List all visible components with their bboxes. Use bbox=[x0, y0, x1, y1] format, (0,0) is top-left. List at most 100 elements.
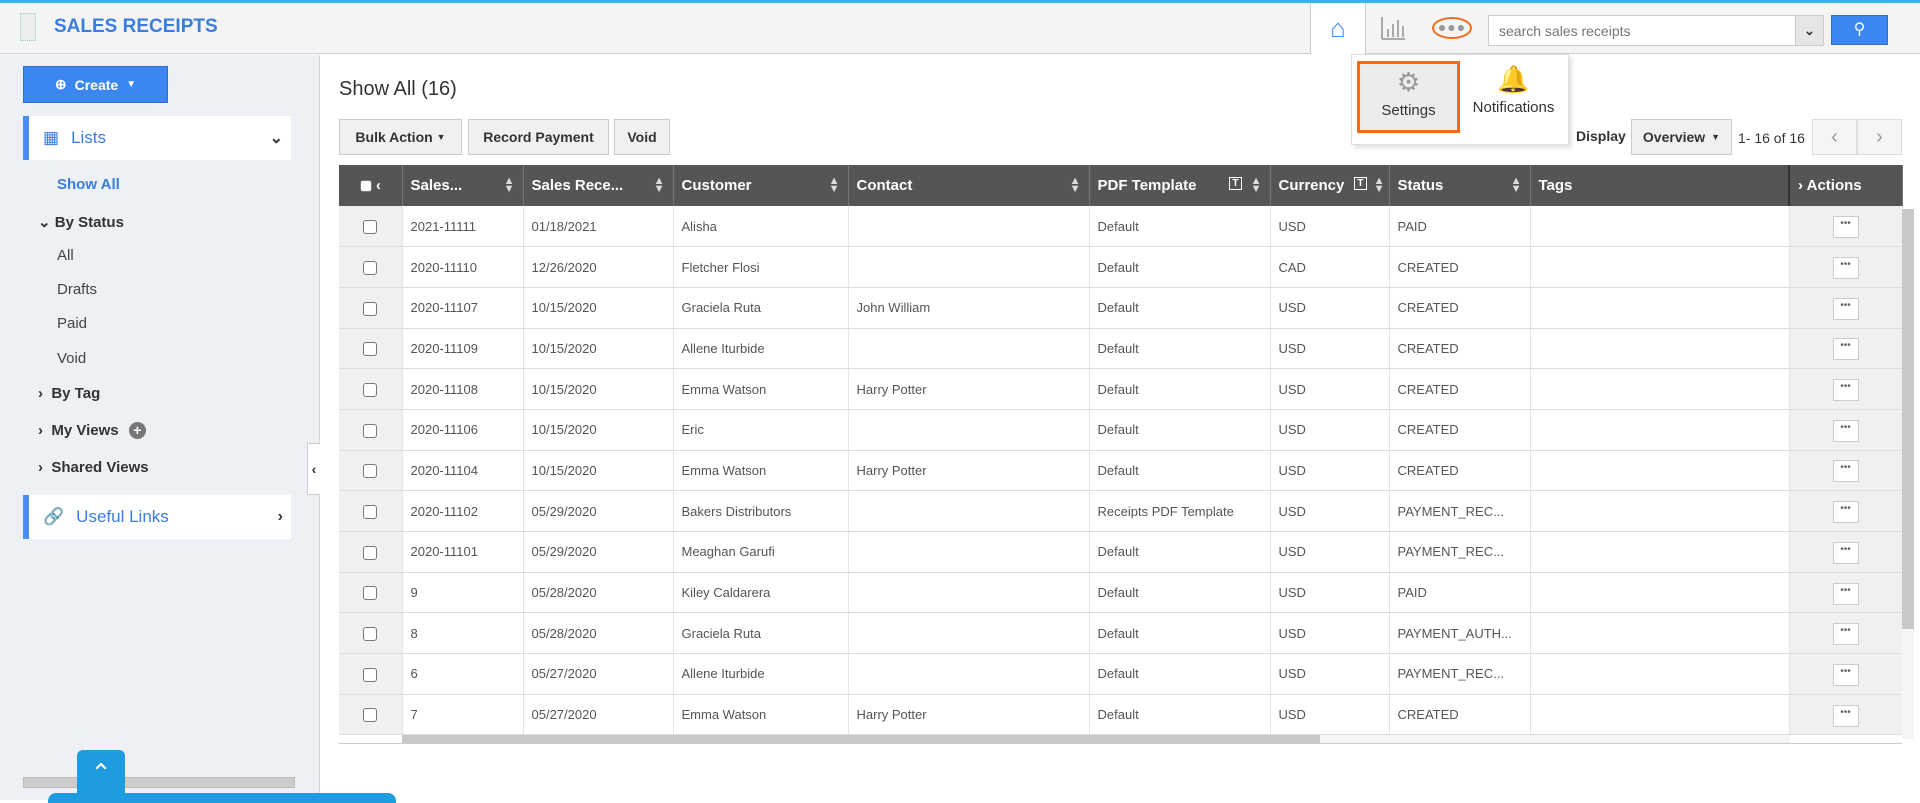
row-checkbox[interactable] bbox=[363, 627, 378, 641]
select-all-checkbox[interactable] bbox=[359, 180, 372, 193]
row-checkbox[interactable] bbox=[363, 667, 378, 682]
search-input[interactable] bbox=[1489, 16, 1769, 45]
sidebar-item-shared-views[interactable]: › Shared Views bbox=[38, 459, 149, 476]
table-row[interactable]: 2020-11104 10/15/2020 Emma Watson Harry Pot… bbox=[339, 450, 1903, 492]
row-checkbox[interactable] bbox=[363, 464, 378, 479]
row-actions-button[interactable]: ••• bbox=[1832, 501, 1859, 524]
row-checkbox[interactable] bbox=[363, 301, 378, 316]
row-select-cell[interactable] bbox=[339, 531, 403, 573]
row-select-cell[interactable] bbox=[339, 572, 403, 614]
row-actions-button[interactable]: ••• bbox=[1832, 338, 1859, 361]
sidebar-item-by-status[interactable]: ⌄ By Status bbox=[38, 213, 124, 231]
table-row[interactable]: 9 05/28/2020 Kiley Caldarera Default USD PAID… bbox=[339, 572, 1903, 614]
notifications-menu-item[interactable]: 🔔 Notifications bbox=[1462, 61, 1565, 133]
sidebar-item-void[interactable]: Void bbox=[57, 350, 86, 367]
row-actions-button[interactable]: ••• bbox=[1832, 663, 1859, 686]
column-header-currency[interactable]: Currency T ▲ ▼ bbox=[1270, 165, 1390, 206]
record-payment-button[interactable]: Record Payment bbox=[468, 119, 609, 155]
filter-icon[interactable]: T bbox=[1229, 177, 1242, 190]
table-vertical-scrollbar[interactable] bbox=[1902, 209, 1914, 739]
row-select-cell[interactable] bbox=[339, 368, 403, 410]
row-select-cell[interactable] bbox=[339, 490, 403, 532]
row-checkbox[interactable] bbox=[363, 260, 378, 275]
table-row[interactable]: 2020-11109 10/15/2020 Allene Iturbide Defau… bbox=[339, 328, 1903, 370]
sort-icon[interactable]: ▲ ▼ bbox=[1251, 176, 1262, 195]
sidebar-item-by-tag[interactable]: › By Tag bbox=[38, 385, 100, 402]
row-checkbox[interactable] bbox=[363, 504, 378, 519]
sort-icon[interactable]: ▲ ▼ bbox=[1070, 176, 1081, 195]
select-all-header[interactable]: ‹ bbox=[339, 165, 403, 206]
create-button[interactable]: ⊕ Create ▼ bbox=[23, 66, 168, 103]
row-actions-button[interactable]: ••• bbox=[1832, 704, 1859, 727]
sidebar-scrollbar[interactable] bbox=[23, 777, 295, 788]
sidebar-item-show-all[interactable]: Show All bbox=[57, 176, 120, 193]
collapse-sidebar-button[interactable]: ‹ bbox=[307, 443, 320, 495]
table-row[interactable]: 7 05/27/2020 Emma Watson Harry Potter Defaul… bbox=[339, 694, 1903, 736]
row-select-cell[interactable] bbox=[339, 287, 403, 329]
sidebar-item-all[interactable]: All bbox=[57, 247, 74, 264]
table-row[interactable]: 2020-11108 10/15/2020 Emma Watson Harry Pot… bbox=[339, 368, 1903, 410]
row-actions-button[interactable]: ••• bbox=[1832, 379, 1859, 402]
row-checkbox[interactable] bbox=[363, 382, 378, 397]
table-row[interactable]: 2021-11111 01/18/2021 Alisha Default USD PAID… bbox=[339, 206, 1903, 248]
table-row[interactable]: 2020-11102 05/29/2020 Bakers Distributors R… bbox=[339, 490, 1903, 532]
sidebar-item-my-views[interactable]: › My Views + bbox=[38, 422, 146, 439]
column-header-sales-number[interactable]: Sales... ▲ ▼ bbox=[402, 165, 524, 206]
row-select-cell[interactable] bbox=[339, 450, 403, 492]
row-select-cell[interactable] bbox=[339, 694, 403, 736]
home-button[interactable]: ⌂ bbox=[1310, 3, 1366, 54]
sidebar-lists-panel[interactable]: ▦ Lists ⌄ bbox=[23, 116, 291, 160]
row-checkbox[interactable] bbox=[363, 423, 378, 438]
display-select[interactable]: Overview ▼ bbox=[1631, 119, 1732, 155]
row-checkbox[interactable] bbox=[363, 586, 378, 601]
table-row[interactable]: 8 05/28/2020 Graciela Ruta Default USD PAYMEN… bbox=[339, 612, 1903, 655]
row-actions-button[interactable]: ••• bbox=[1832, 623, 1859, 646]
column-header-status[interactable]: Status ▲ ▼ bbox=[1389, 165, 1531, 206]
filter-icon[interactable]: T bbox=[1354, 177, 1367, 190]
table-row[interactable]: 6 05/27/2020 Allene Iturbide Default USD PAYM… bbox=[339, 653, 1903, 695]
row-select-cell[interactable] bbox=[339, 206, 403, 248]
row-actions-button[interactable]: ••• bbox=[1832, 541, 1859, 564]
row-actions-button[interactable]: ••• bbox=[1832, 582, 1859, 605]
table-row[interactable]: 2020-11106 10/15/2020 Eric Default USD CREATE… bbox=[339, 409, 1903, 451]
more-icon[interactable]: ●●● bbox=[1432, 17, 1472, 39]
row-select-cell[interactable] bbox=[339, 409, 403, 451]
column-header-contact[interactable]: Contact ▲ ▼ bbox=[848, 165, 1090, 206]
settings-menu-item[interactable]: ⚙ Settings bbox=[1357, 61, 1460, 133]
table-horizontal-scrollbar[interactable] bbox=[402, 735, 1790, 743]
row-checkbox[interactable] bbox=[363, 342, 378, 357]
table-row[interactable]: 2020-11110 12/26/2020 Fletcher Flosi Defaul… bbox=[339, 246, 1903, 288]
column-header-customer[interactable]: Customer ▲ ▼ bbox=[673, 165, 849, 206]
row-select-cell[interactable] bbox=[339, 328, 403, 370]
row-actions-button[interactable]: ••• bbox=[1832, 297, 1859, 320]
add-view-icon[interactable]: + bbox=[128, 422, 146, 439]
row-checkbox[interactable] bbox=[363, 708, 378, 723]
table-row[interactable]: 2020-11107 10/15/2020 Graciela Ruta John Wi… bbox=[339, 287, 1903, 329]
row-actions-button[interactable]: ••• bbox=[1832, 419, 1859, 442]
row-select-cell[interactable] bbox=[339, 612, 403, 655]
sort-icon[interactable]: ▲ ▼ bbox=[829, 176, 840, 195]
chart-icon[interactable] bbox=[1380, 15, 1406, 41]
column-header-tags[interactable]: Tags bbox=[1530, 165, 1790, 206]
chevron-left-icon[interactable]: ‹ bbox=[376, 177, 381, 194]
row-actions-button[interactable]: ••• bbox=[1832, 257, 1859, 280]
next-page-button[interactable]: › bbox=[1857, 119, 1902, 155]
prev-page-button[interactable]: ‹ bbox=[1812, 119, 1857, 155]
row-checkbox[interactable] bbox=[363, 219, 378, 234]
row-checkbox[interactable] bbox=[363, 545, 378, 560]
row-actions-button[interactable]: ••• bbox=[1832, 460, 1859, 483]
row-select-cell[interactable] bbox=[339, 246, 403, 288]
row-actions-button[interactable]: ••• bbox=[1832, 216, 1859, 239]
bulk-action-button[interactable]: Bulk Action ▼ bbox=[339, 119, 462, 155]
column-header-pdf-template[interactable]: PDF Template T ▲ ▼ bbox=[1089, 165, 1271, 206]
table-row[interactable]: 2020-11101 05/29/2020 Meaghan Garufi Defaul… bbox=[339, 531, 1903, 573]
sort-icon[interactable]: ▲ ▼ bbox=[1374, 176, 1385, 195]
sort-icon[interactable]: ▲ ▼ bbox=[654, 176, 665, 195]
sort-icon[interactable]: ▲ ▼ bbox=[504, 176, 515, 195]
sidebar-useful-links-panel[interactable]: 🔗 Useful Links › bbox=[23, 495, 291, 539]
chevron-right-icon[interactable]: › bbox=[1798, 177, 1807, 194]
search-button[interactable]: ⚲ bbox=[1831, 15, 1888, 45]
sort-icon[interactable]: ▲ ▼ bbox=[1511, 176, 1522, 195]
void-button[interactable]: Void bbox=[614, 119, 670, 155]
row-select-cell[interactable] bbox=[339, 653, 403, 695]
